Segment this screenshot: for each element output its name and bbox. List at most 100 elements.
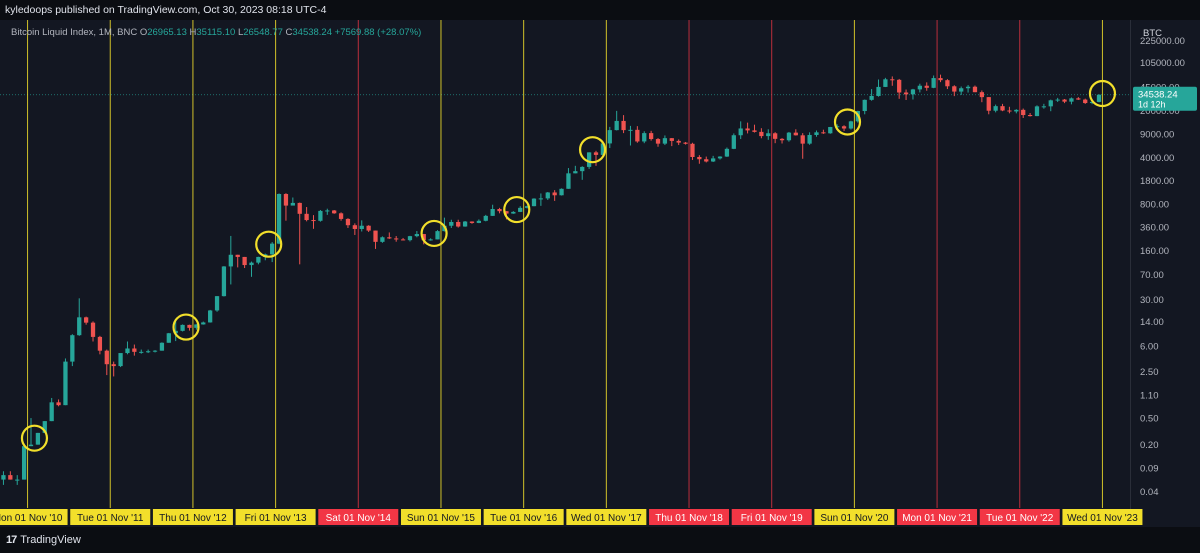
- highlight-circle: [20, 424, 49, 452]
- candle-body: [669, 138, 674, 141]
- candle-body: [63, 361, 68, 406]
- date-label: Tue 01 Nov '16: [490, 513, 558, 524]
- candle-body: [256, 256, 261, 263]
- candle-body: [325, 210, 330, 212]
- candle-body: [242, 256, 247, 266]
- candle-body: [511, 211, 516, 214]
- candle-body: [945, 80, 950, 87]
- candle-body: [1048, 100, 1053, 107]
- candle-body: [614, 120, 619, 131]
- candle-body: [187, 324, 192, 328]
- date-label: Tue 01 Nov '22: [986, 513, 1054, 524]
- candle-body: [104, 350, 109, 365]
- candle-body: [642, 133, 647, 142]
- candle-body: [711, 158, 716, 162]
- candle-body: [366, 225, 371, 231]
- candle-body: [573, 171, 578, 174]
- candle-body: [621, 120, 626, 131]
- candle-body: [476, 220, 482, 223]
- date-label: Wed 01 Nov '17: [571, 513, 642, 524]
- candle-body: [876, 86, 881, 96]
- candle-body: [1000, 106, 1005, 111]
- highlight-circle: [420, 219, 448, 248]
- y-tick-label: 6.00: [1140, 341, 1159, 352]
- candle-body: [1, 475, 6, 480]
- candle-body: [228, 254, 233, 267]
- y-tick-label: 70.00: [1140, 270, 1164, 281]
- candle-body: [490, 209, 495, 216]
- tradingview-mark-icon: 17: [6, 534, 17, 546]
- candle-body: [628, 129, 633, 131]
- candle-body: [793, 132, 798, 136]
- y-tick-label: 800.00: [1140, 199, 1169, 210]
- candle-body: [214, 296, 220, 311]
- y-tick-label: 2.50: [1140, 367, 1159, 378]
- date-label: Wed 01 Nov '23: [1067, 513, 1138, 524]
- candle-body: [593, 152, 599, 155]
- time-axis-labels: Mon 01 Nov '10 Tue 01 Nov '11 Thu 01 Nov '…: [0, 509, 1143, 525]
- candle-body: [15, 479, 20, 481]
- candle-body: [394, 238, 399, 240]
- candle-body: [380, 237, 385, 242]
- highlight-circle: [503, 195, 531, 224]
- candle-body: [910, 89, 916, 95]
- y-tick-label: 1.10: [1140, 391, 1159, 402]
- candle-body: [938, 78, 943, 81]
- y-tick-label: 105000.00: [1140, 58, 1185, 69]
- candle-body: [538, 198, 544, 200]
- candle-body: [118, 353, 123, 367]
- candle-body: [311, 220, 316, 222]
- publisher-text: kyledoops published on TradingView.com, …: [5, 4, 327, 16]
- y-tick-label: 160.00: [1140, 246, 1169, 257]
- candle-body: [1069, 98, 1074, 102]
- candle-body: [1021, 109, 1026, 116]
- high-value: 35115.10: [196, 27, 236, 38]
- candle-body: [738, 128, 743, 136]
- candle-body: [1007, 110, 1012, 112]
- candle-body: [648, 133, 654, 140]
- candle-body: [717, 156, 723, 159]
- date-label: Sun 01 Nov '20: [820, 513, 889, 524]
- candle-body: [166, 333, 171, 343]
- candle-body: [924, 85, 929, 88]
- y-tick-label: 1800.00: [1140, 176, 1174, 187]
- candle-body: [1083, 99, 1088, 104]
- symbol-name: Bitcoin Liquid Index, 1M, BNC: [11, 27, 138, 38]
- candle-body: [249, 262, 254, 266]
- candle-body: [704, 159, 709, 162]
- candle-body: [752, 130, 757, 132]
- candle-body: [814, 132, 819, 135]
- candle-body: [883, 79, 888, 87]
- candle-body: [483, 215, 488, 221]
- date-label: Fri 01 Nov '19: [741, 513, 803, 524]
- candle-body: [90, 322, 96, 337]
- candle-body: [414, 234, 419, 237]
- price-chart[interactable]: BTC225000.00105000.0045000.0020000.00900…: [0, 20, 1200, 527]
- candle-body: [1041, 106, 1047, 108]
- tradingview-logo[interactable]: 17 TradingView: [6, 534, 81, 546]
- candle-body: [897, 79, 902, 93]
- candle-body: [1055, 99, 1060, 101]
- candle-body: [77, 317, 82, 336]
- candle-body: [332, 210, 337, 214]
- candle-body: [208, 310, 213, 323]
- candle-body: [373, 230, 378, 242]
- candles: [1, 74, 1102, 485]
- open-value: 26965.13: [147, 27, 187, 38]
- candle-body: [221, 266, 227, 297]
- candle-body: [786, 132, 792, 141]
- candle-body: [1027, 115, 1033, 117]
- brand-name: TradingView: [20, 534, 81, 546]
- candle-body: [180, 324, 185, 331]
- y-tick-label: 4000.00: [1140, 153, 1174, 164]
- y-tick-label: 0.50: [1140, 414, 1159, 425]
- candle-body: [1076, 98, 1081, 100]
- date-label: Thu 01 Nov '18: [655, 513, 723, 524]
- low-value: 26548.77: [243, 27, 283, 38]
- candle-body: [1034, 106, 1040, 117]
- candle-body: [28, 444, 34, 447]
- candle-body: [283, 193, 289, 206]
- candle-body: [766, 133, 771, 137]
- candle-body: [690, 143, 695, 157]
- candle-body: [125, 348, 130, 354]
